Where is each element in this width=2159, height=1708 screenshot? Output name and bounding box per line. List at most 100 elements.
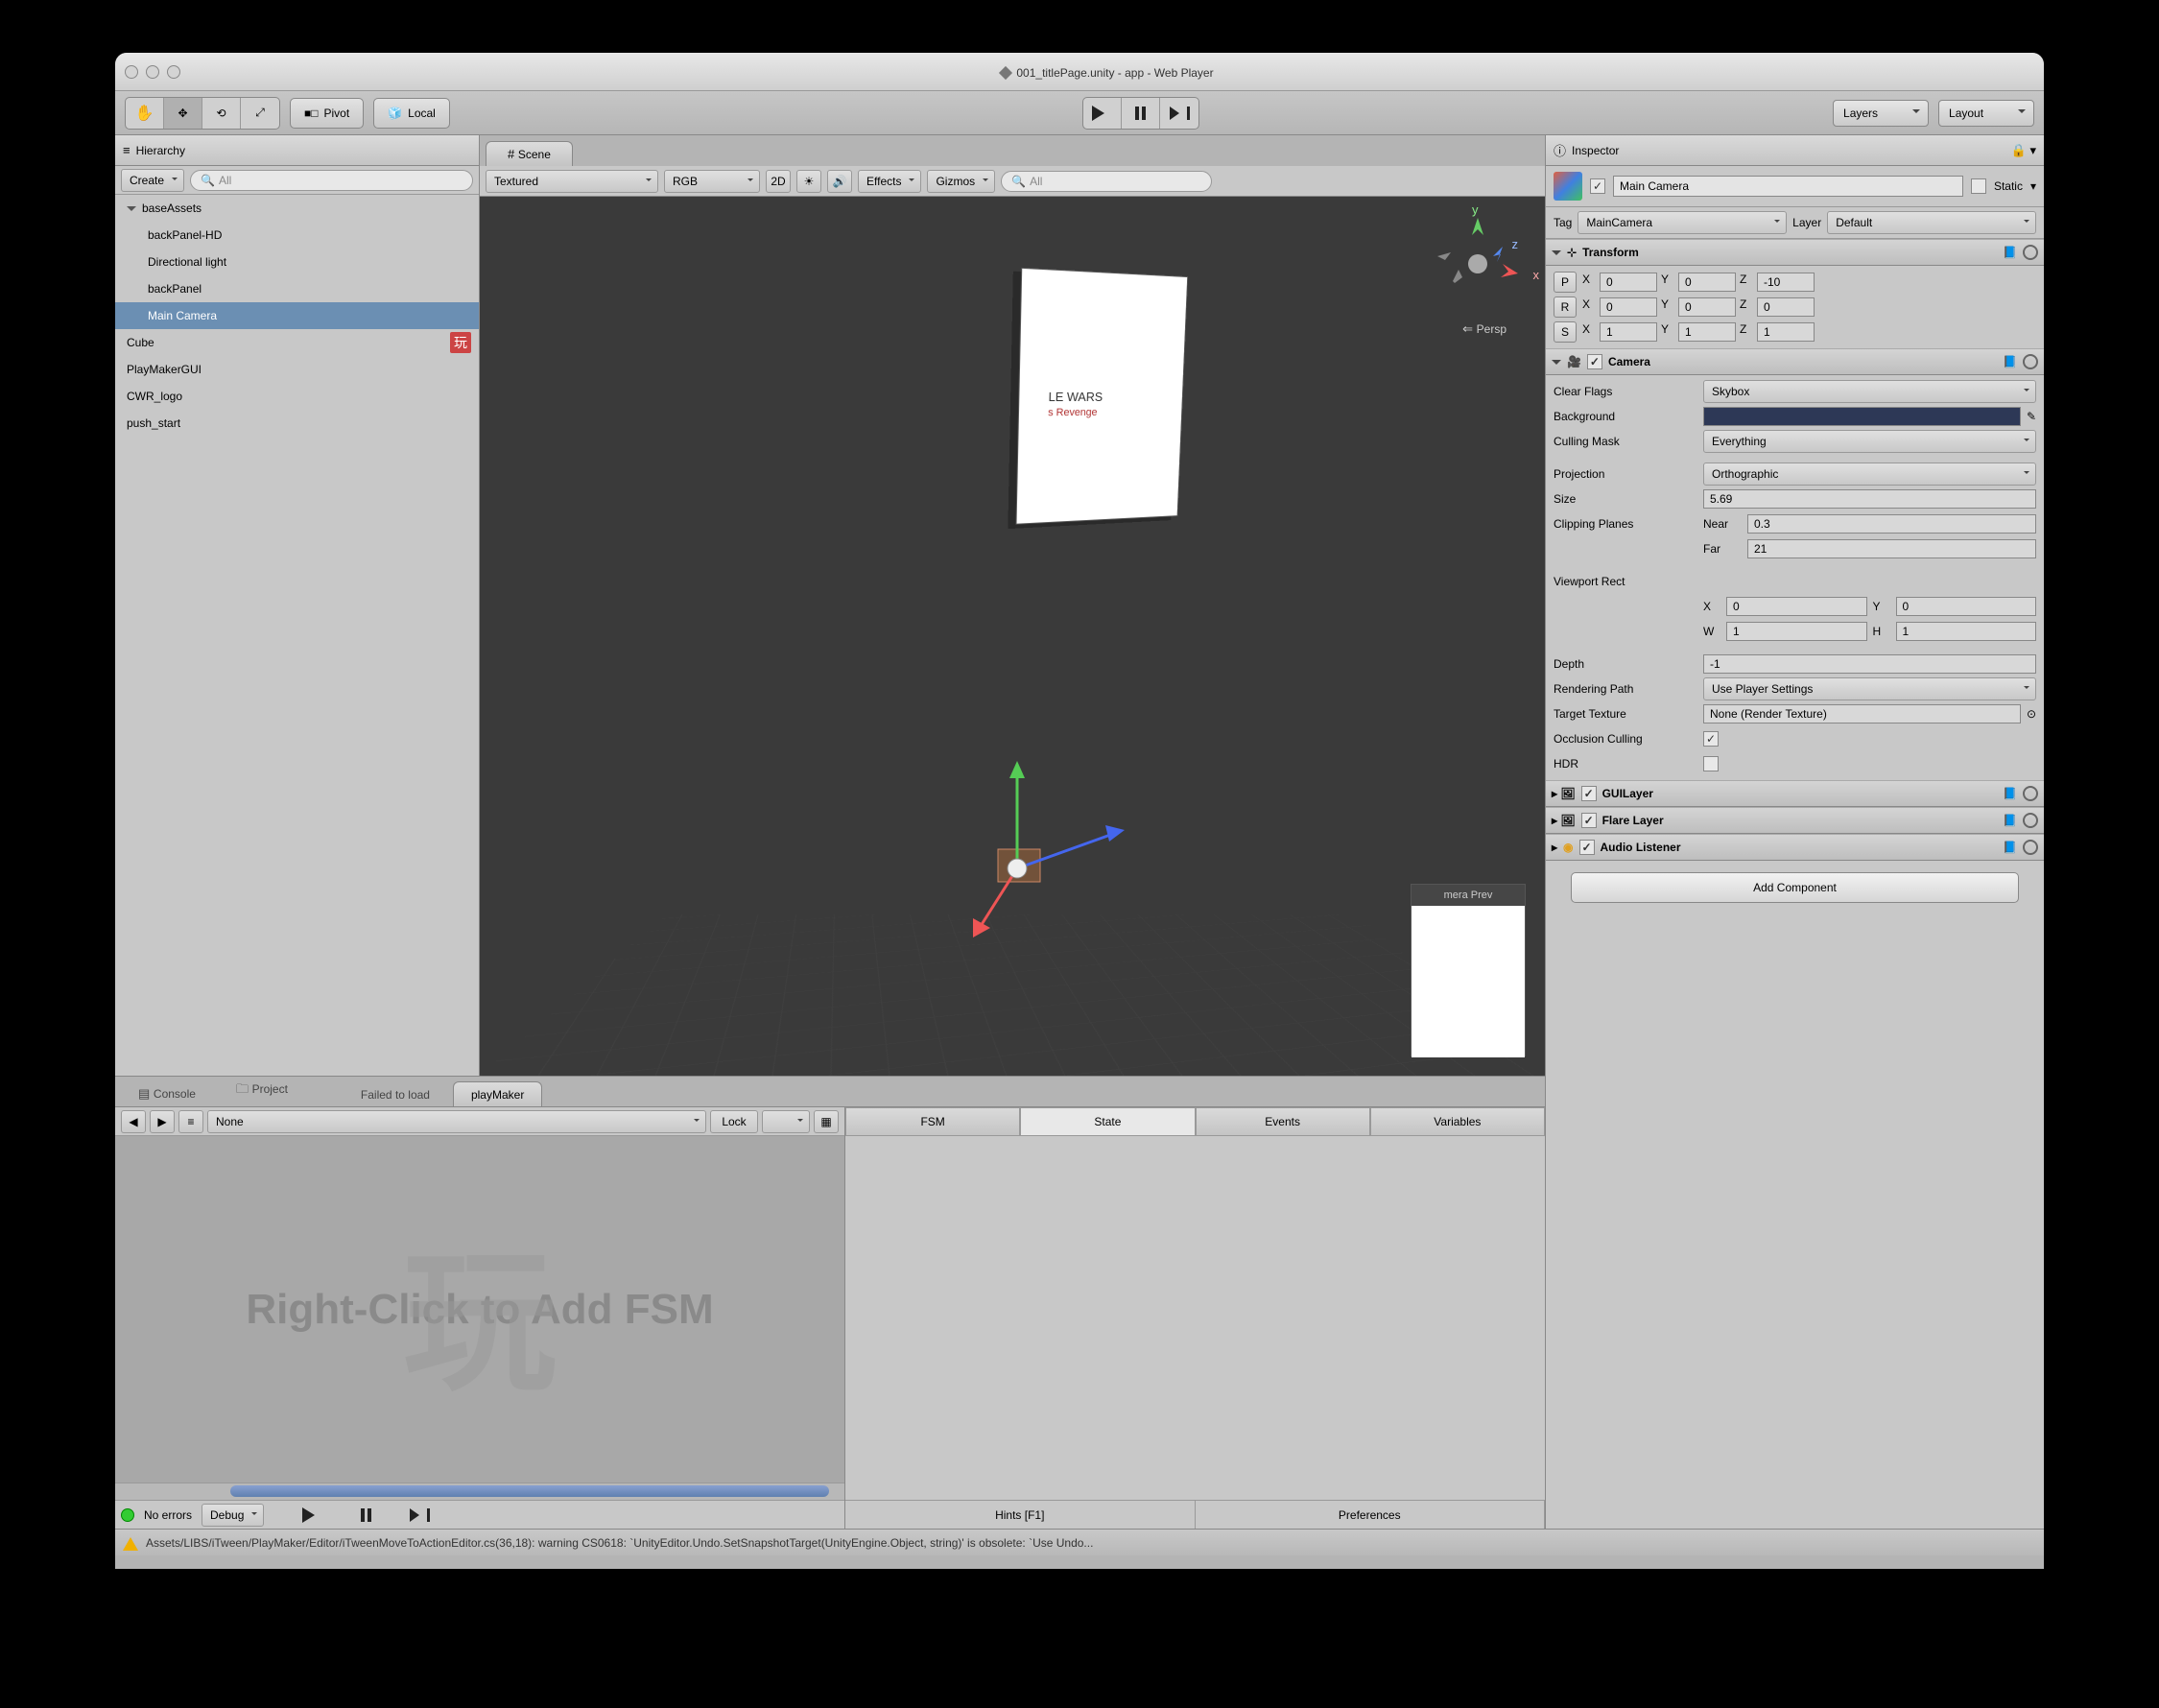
scale-z[interactable]: 1 <box>1757 322 1815 342</box>
depth-field[interactable]: -1 <box>1703 654 2036 674</box>
tab-playmaker[interactable]: playMaker <box>453 1081 542 1106</box>
gear-icon[interactable] <box>2023 813 2038 828</box>
close-window-button[interactable] <box>125 65 138 79</box>
tree-item[interactable]: PlayMakerGUI <box>115 356 479 383</box>
tag-dropdown[interactable]: MainCamera <box>1578 211 1787 234</box>
pm-prefs[interactable]: Preferences <box>1196 1501 1546 1529</box>
pm-back[interactable]: ◀ <box>121 1110 146 1133</box>
persp-label[interactable]: ⇐ Persp <box>1462 321 1507 337</box>
gear-icon[interactable] <box>2023 786 2038 801</box>
occlusion-checkbox[interactable] <box>1703 731 1719 747</box>
layout-dropdown[interactable]: Layout <box>1938 100 2034 127</box>
orientation-gizmo[interactable]: y x z <box>1430 216 1526 312</box>
cullingmask-dropdown[interactable]: Everything <box>1703 430 2036 453</box>
tab-failed[interactable]: Failed to load <box>344 1082 447 1106</box>
rot-y[interactable]: 0 <box>1678 297 1736 317</box>
pm-play[interactable] <box>302 1507 322 1523</box>
gameobject-icon[interactable] <box>1554 172 1582 201</box>
pivot-toggle[interactable]: ■□Pivot <box>290 98 364 129</box>
move-tool[interactable]: ✥ <box>164 98 202 129</box>
gameobject-enable-checkbox[interactable] <box>1590 178 1605 194</box>
scene-search[interactable]: 🔍All <box>1001 171 1212 192</box>
scene-render-dropdown[interactable]: RGB <box>664 170 760 193</box>
local-toggle[interactable]: 🧊Local <box>373 98 450 129</box>
pm-lock[interactable]: Lock <box>710 1110 758 1133</box>
layer-dropdown[interactable]: Default <box>1827 211 2036 234</box>
hierarchy-search[interactable]: 🔍All <box>190 170 473 191</box>
transform-component-header[interactable]: ⊹ Transform📘 <box>1546 239 2044 266</box>
gameobject-name-field[interactable]: Main Camera <box>1613 176 1963 197</box>
rot-z[interactable]: 0 <box>1757 297 1815 317</box>
scene-shading-dropdown[interactable]: Textured <box>486 170 658 193</box>
audiolistener-header[interactable]: ▸ ◉ Audio Listener📘 <box>1546 834 2044 861</box>
scene-2d-toggle[interactable]: 2D <box>766 170 791 193</box>
pm-tab-state[interactable]: State <box>1020 1107 1195 1136</box>
flarelayer-header[interactable]: ▸ 🖼 Flare Layer📘 <box>1546 807 2044 834</box>
background-color[interactable] <box>1703 407 2021 426</box>
pm-tab-variables[interactable]: Variables <box>1370 1107 1545 1136</box>
scene-tab[interactable]: # Scene <box>486 141 573 166</box>
camera-component-header[interactable]: 🎥 Camera📘 <box>1546 348 2044 375</box>
scene-audio-toggle[interactable]: 🔊 <box>827 170 852 193</box>
pm-debug-dropdown[interactable]: Debug <box>202 1504 264 1527</box>
far-field[interactable]: 21 <box>1747 539 2036 558</box>
targettex-field[interactable]: None (Render Texture) <box>1703 704 2021 724</box>
pm-scrollbar[interactable] <box>230 1485 829 1497</box>
tree-item[interactable]: CWR_logo <box>115 383 479 410</box>
pm-fsm-dropdown[interactable] <box>762 1110 810 1133</box>
rot-x[interactable]: 0 <box>1600 297 1657 317</box>
pm-tab-fsm[interactable]: FSM <box>845 1107 1020 1136</box>
tree-item[interactable]: backPanel <box>115 275 479 302</box>
status-message[interactable]: Assets/LIBS/iTween/PlayMaker/Editor/iTwe… <box>146 1536 1093 1550</box>
vp-y[interactable]: 0 <box>1896 597 2037 616</box>
pos-x[interactable]: 0 <box>1600 273 1657 292</box>
pm-canvas[interactable]: Right-Click to Add FSM 玩 <box>115 1136 844 1483</box>
projection-dropdown[interactable]: Orthographic <box>1703 463 2036 486</box>
pause-button[interactable] <box>1122 98 1160 129</box>
rot-label[interactable]: R <box>1554 297 1577 318</box>
renderpath-dropdown[interactable]: Use Player Settings <box>1703 677 2036 700</box>
hand-tool[interactable]: ✋ <box>126 98 164 129</box>
zoom-window-button[interactable] <box>167 65 180 79</box>
scale-label[interactable]: S <box>1554 321 1577 343</box>
pm-step[interactable] <box>410 1508 430 1522</box>
tree-item[interactable]: Cube玩 <box>115 329 479 356</box>
tree-item[interactable]: push_start <box>115 410 479 437</box>
pm-mini[interactable]: ▦ <box>814 1110 839 1133</box>
pos-z[interactable]: -10 <box>1757 273 1815 292</box>
tree-item-baseassets[interactable]: baseAssets <box>115 195 479 222</box>
gear-icon[interactable] <box>2023 245 2038 260</box>
pm-pause[interactable] <box>361 1508 371 1522</box>
pm-target-dropdown[interactable]: None <box>207 1110 706 1133</box>
guilayer-header[interactable]: ▸ 🖼 GUILayer📘 <box>1546 780 2044 807</box>
tree-item[interactable]: backPanel-HD <box>115 222 479 249</box>
add-component-button[interactable]: Add Component <box>1571 872 2019 903</box>
size-field[interactable]: 5.69 <box>1703 489 2036 509</box>
pm-tab-events[interactable]: Events <box>1196 1107 1370 1136</box>
static-checkbox[interactable] <box>1971 178 1986 194</box>
gear-icon[interactable] <box>2023 840 2038 855</box>
tab-project[interactable]: 🗀 Project <box>219 1076 305 1106</box>
minimize-window-button[interactable] <box>146 65 159 79</box>
step-button[interactable] <box>1160 98 1198 129</box>
scale-tool[interactable]: ⤢ <box>241 98 279 129</box>
tree-item[interactable]: Directional light <box>115 249 479 275</box>
scale-x[interactable]: 1 <box>1600 322 1657 342</box>
rotate-tool[interactable]: ⟲ <box>202 98 241 129</box>
gear-icon[interactable] <box>2023 354 2038 369</box>
scale-y[interactable]: 1 <box>1678 322 1736 342</box>
pm-hints[interactable]: Hints [F1] <box>845 1501 1196 1529</box>
scene-view[interactable]: LE WARS s Revenge <box>480 197 1545 1076</box>
layers-dropdown[interactable]: Layers <box>1833 100 1929 127</box>
clearflags-dropdown[interactable]: Skybox <box>1703 380 2036 403</box>
vp-h[interactable]: 1 <box>1896 622 2037 641</box>
pos-label[interactable]: P <box>1554 272 1577 293</box>
pm-fwd[interactable]: ▶ <box>150 1110 175 1133</box>
near-field[interactable]: 0.3 <box>1747 514 2036 534</box>
scene-effects-dropdown[interactable]: Effects <box>858 170 921 193</box>
pm-list[interactable]: ≡ <box>178 1110 203 1133</box>
vp-w[interactable]: 1 <box>1726 622 1867 641</box>
tab-console[interactable]: ▤ Console <box>121 1081 213 1106</box>
transform-handle[interactable] <box>921 734 1132 945</box>
tree-item-selected[interactable]: Main Camera <box>115 302 479 329</box>
